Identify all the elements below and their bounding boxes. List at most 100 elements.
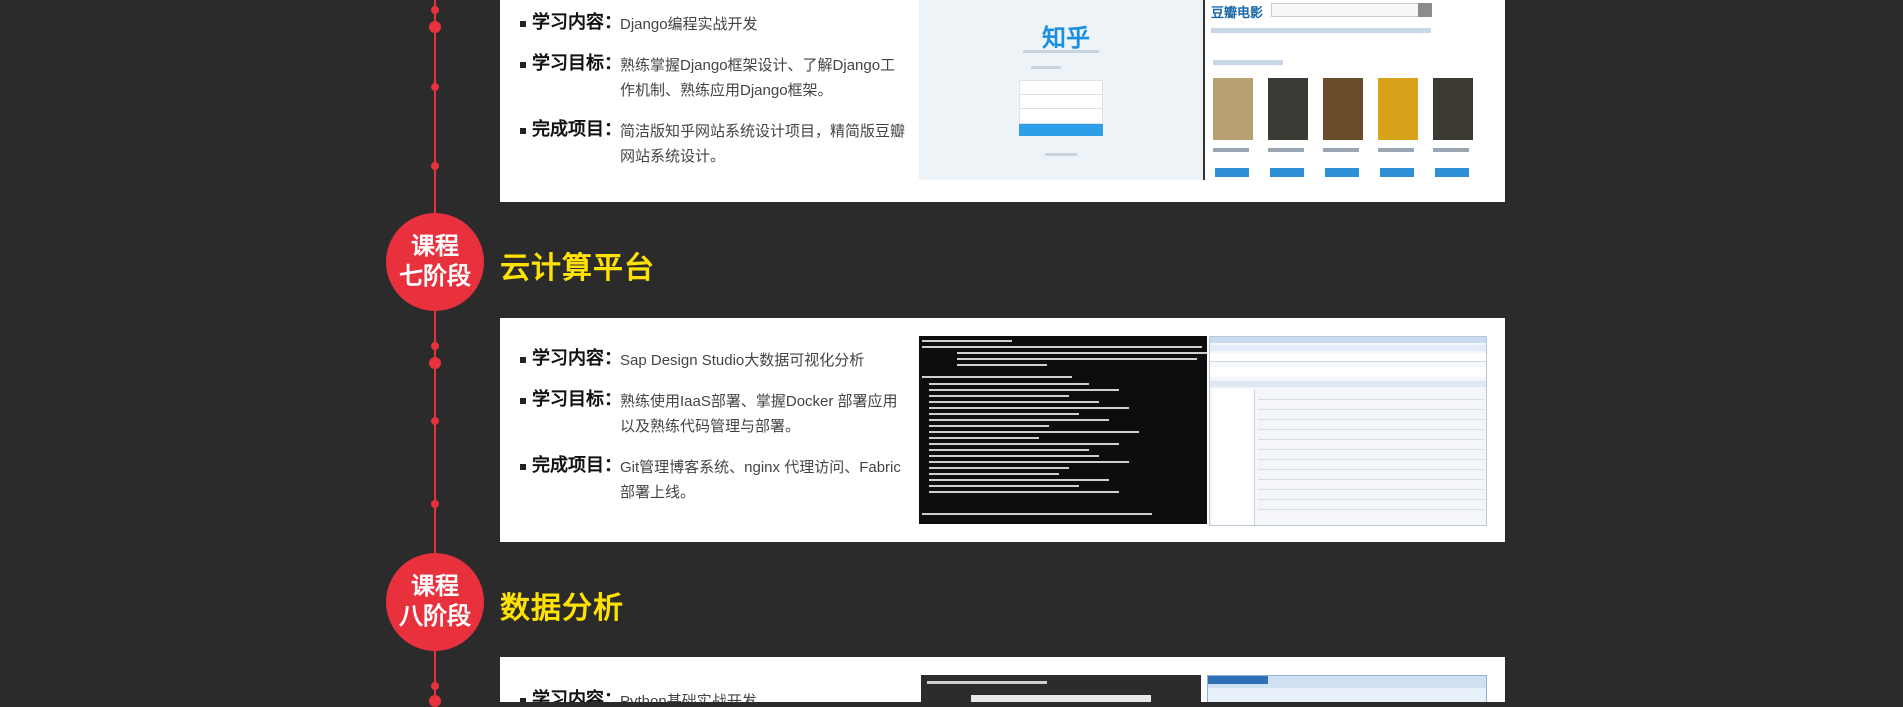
zhihu-slogan xyxy=(1023,50,1099,53)
terminal-line xyxy=(929,401,1099,403)
poster-button xyxy=(1270,168,1304,177)
poster xyxy=(1268,78,1308,140)
douban-logo: 豆瓣电影 xyxy=(1211,5,1264,20)
table-row xyxy=(1258,499,1484,500)
framework-screenshot xyxy=(1207,675,1487,702)
content-label: 学习内容： xyxy=(532,348,622,368)
page-header xyxy=(1210,367,1486,377)
terminal-screenshot xyxy=(919,336,1207,524)
poster-button xyxy=(1380,168,1414,177)
terminal-line xyxy=(929,479,1109,481)
terminal-line xyxy=(929,485,1079,487)
content-row: 学习内容： Django编程实战开发 xyxy=(520,12,910,37)
bullet xyxy=(520,128,526,134)
browser-tabs xyxy=(1210,345,1486,351)
terminal-line xyxy=(929,455,1099,457)
project-text: 简洁版知乎网站系统设计项目，精简版豆瓣网站系统设计。 xyxy=(620,123,906,165)
douban-screenshot: 豆瓣电影 xyxy=(1203,0,1488,180)
goal-row: 学习目标： 熟练使用IaaS部署、掌握Docker 部署应用以及熟练代码管理与部… xyxy=(520,389,910,439)
toolbar xyxy=(1210,381,1486,387)
terminal-line xyxy=(922,346,1202,348)
poster-button xyxy=(1325,168,1359,177)
terminal-line xyxy=(929,467,1069,469)
content-text: Python基础实战开发 xyxy=(620,693,757,702)
table-row xyxy=(1258,429,1484,430)
timeline-dot xyxy=(431,6,439,14)
goal-label: 学习目标： xyxy=(532,53,622,73)
douban-nav xyxy=(1211,28,1431,33)
content-text: Sap Design Studio大数据可视化分析 xyxy=(620,352,865,369)
badge-line1: 课程 xyxy=(411,573,459,600)
badge-line1: 课程 xyxy=(411,233,459,260)
badge-line2: 八阶段 xyxy=(399,603,471,630)
terminal-line xyxy=(929,425,1049,427)
table-row xyxy=(1258,509,1484,510)
poster-title xyxy=(1268,148,1304,152)
terminal-line xyxy=(929,395,1069,397)
goal-text: 熟练使用IaaS部署、掌握Docker 部署应用以及熟练代码管理与部署。 xyxy=(620,393,898,435)
terminal-line xyxy=(929,443,1119,445)
stage7-card: 学习内容： Sap Design Studio大数据可视化分析 学习目标： 熟练… xyxy=(500,318,1505,542)
tree-sidebar xyxy=(1212,389,1255,525)
terminal-line xyxy=(929,419,1109,421)
terminal-line xyxy=(957,358,1197,360)
cloudforms-header xyxy=(927,681,1047,684)
stage6-info: 学习内容： Django编程实战开发 学习目标： 熟练掌握Django框架设计、… xyxy=(520,12,910,169)
terminal-line xyxy=(929,491,1119,493)
admin-screenshot xyxy=(1209,336,1487,526)
project-label: 完成项目： xyxy=(532,455,622,475)
badge-line2: 七阶段 xyxy=(399,263,471,290)
stage8-card: 学习内容： Python基础实战开发 xyxy=(500,657,1505,702)
zhihu-tabs xyxy=(1031,66,1061,69)
content-text: Django编程实战开发 xyxy=(620,16,758,33)
cloudforms-screenshot xyxy=(921,675,1201,702)
timeline-dot xyxy=(431,417,439,425)
content-row: 学习内容： Sap Design Studio大数据可视化分析 xyxy=(520,348,910,373)
table-row xyxy=(1258,459,1484,460)
timeline-dot xyxy=(431,83,439,91)
poster-title xyxy=(1433,148,1469,152)
poster-title xyxy=(1213,148,1249,152)
poster-button xyxy=(1215,168,1249,177)
timeline-dot xyxy=(431,162,439,170)
timeline-dot xyxy=(429,357,441,369)
douban-hot-tabs xyxy=(1213,60,1283,65)
goal-label: 学习目标： xyxy=(532,389,622,409)
timeline-dot xyxy=(429,695,441,707)
terminal-line xyxy=(929,449,1089,451)
table-row xyxy=(1258,449,1484,450)
poster xyxy=(1433,78,1473,140)
project-row: 完成项目： 简洁版知乎网站系统设计项目，精简版豆瓣网站系统设计。 xyxy=(520,119,910,169)
zhihu-login-button xyxy=(1019,124,1103,136)
stage8-badge: 课程 八阶段 xyxy=(386,553,484,651)
table-row xyxy=(1258,409,1484,410)
address-bar xyxy=(1210,353,1486,362)
terminal-line xyxy=(929,383,1089,385)
zhihu-footer xyxy=(1045,153,1077,156)
table-row xyxy=(1258,489,1484,490)
zhihu-field xyxy=(1019,108,1103,124)
terminal-line xyxy=(929,473,1059,475)
terminal-line xyxy=(929,461,1129,463)
cloudforms-panel xyxy=(971,695,1151,702)
terminal-line xyxy=(922,340,1012,342)
timeline-dot xyxy=(431,682,439,690)
stage7-title: 云计算平台 xyxy=(500,252,655,285)
content-label: 学习内容： xyxy=(532,12,622,32)
stage7-info: 学习内容： Sap Design Studio大数据可视化分析 学习目标： 熟练… xyxy=(520,348,910,505)
window-titlebar xyxy=(1210,337,1486,343)
bullet xyxy=(520,698,526,702)
content-row: 学习内容： Python基础实战开发 xyxy=(520,689,910,702)
poster-button xyxy=(1435,168,1469,177)
poster xyxy=(1323,78,1363,140)
bullet xyxy=(520,464,526,470)
terminal-line xyxy=(922,376,1072,378)
zhihu-logo: 知乎 xyxy=(1042,25,1090,52)
content-label: 学习内容： xyxy=(532,689,622,702)
table-row xyxy=(1258,419,1484,420)
terminal-line xyxy=(929,413,1079,415)
bullet xyxy=(520,398,526,404)
stage7-badge: 课程 七阶段 xyxy=(386,213,484,311)
bullet xyxy=(520,62,526,68)
project-text: Git管理博客系统、nginx 代理访问、Fabric部署上线。 xyxy=(620,459,901,501)
